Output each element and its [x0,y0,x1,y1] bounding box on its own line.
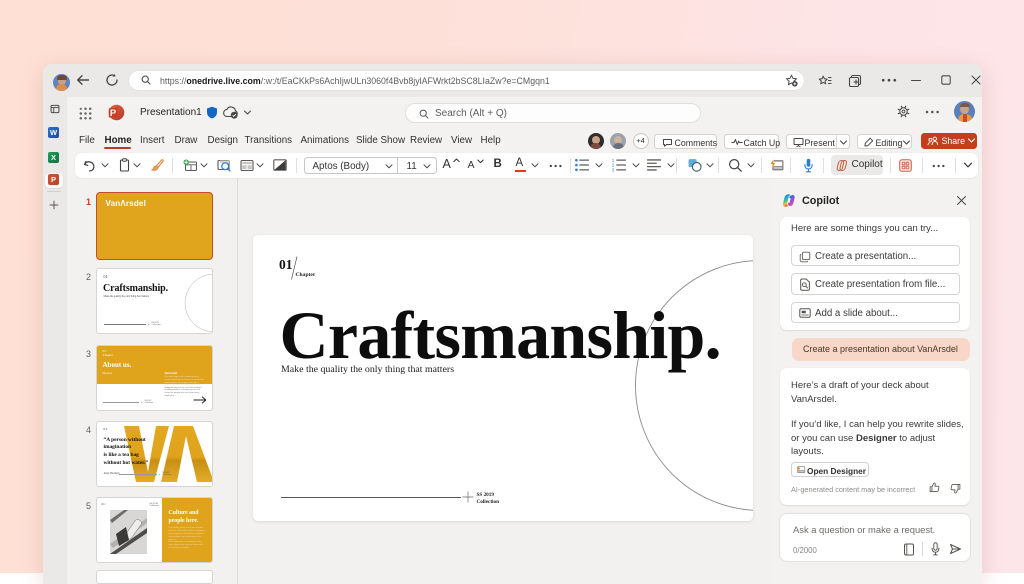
svg-text:3: 3 [611,168,614,172]
svg-text:P: P [110,108,117,119]
